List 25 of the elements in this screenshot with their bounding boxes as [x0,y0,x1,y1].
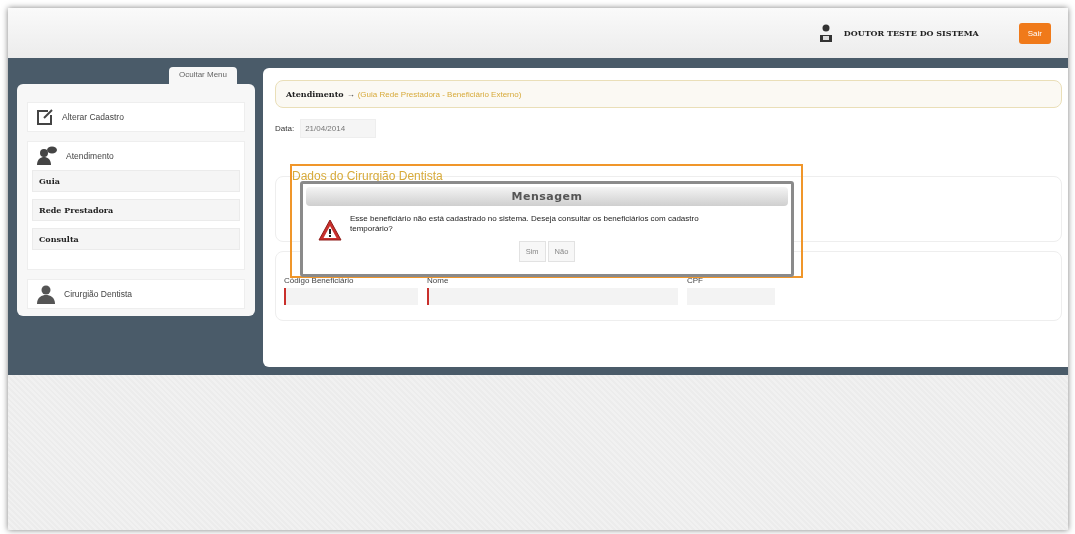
person-chat-icon [36,146,58,166]
menu-item[interactable]: Cirurgião Dentista [27,279,245,309]
edit-icon [36,108,54,126]
dialog-title: Mensagem [306,187,788,206]
date-field[interactable]: 21/04/2014 [300,119,377,138]
warning-icon [318,219,342,241]
person-icon [36,284,56,304]
submenu-item[interactable]: Guia [32,170,240,192]
breadcrumb-page: (Guia Rede Prestadora - Beneficiário Externo) [357,89,522,99]
menu-item[interactable]: Alterar Cadastro [27,102,245,132]
field-label: CPF [687,276,704,286]
field-label: Nome [427,276,450,286]
user-name: DOUTOR TESTE DO SISTEMA [843,28,979,38]
user-icon [817,24,834,42]
hide-menu-tab[interactable]: Ocultar Menu [168,67,237,84]
section-title: Dados do Cirurgião Dentista [292,170,444,182]
submenu-item[interactable]: Consulta [32,228,240,250]
submenu-item[interactable]: Rede Prestadora [32,199,240,221]
dialog-message: Esse beneficiário não está cadastrado no sistema. Deseja consultar os beneficiários com cadastro temporário? [350,214,700,235]
date-label: Data: [275,124,295,133]
breadcrumb-arrow: → [346,89,355,99]
input-field[interactable] [284,288,418,305]
breadcrumb-section: Atendimento [286,89,344,99]
field-label: Código Beneficiário [284,276,355,286]
input-field[interactable] [427,288,678,305]
